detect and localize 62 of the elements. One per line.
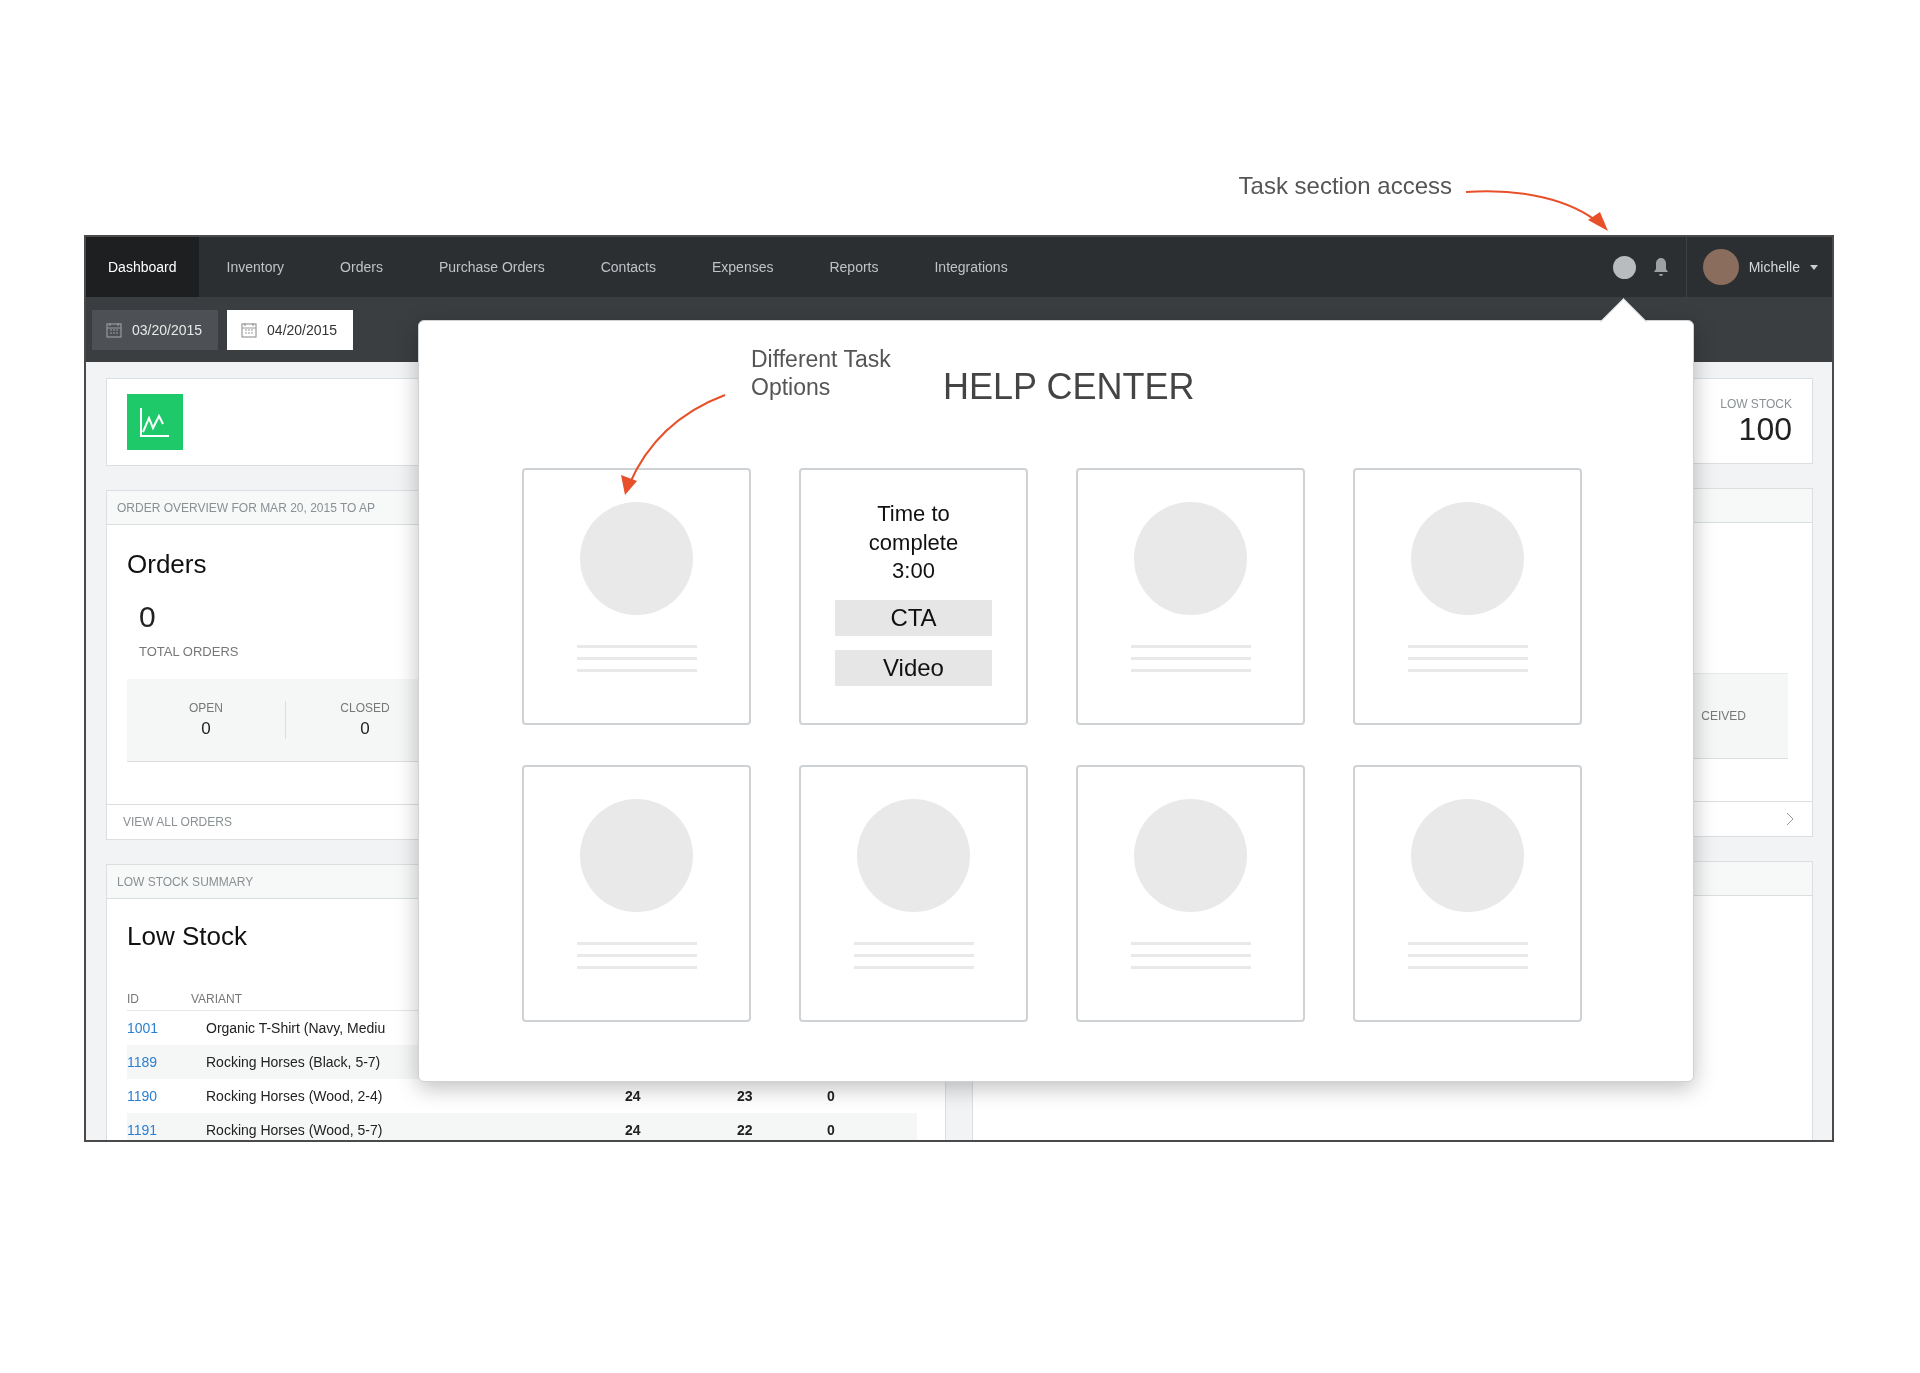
- column-header: VARIANT: [191, 992, 244, 1006]
- table-cell-text: Rocking Horses (Wood, 2-4): [206, 1088, 384, 1104]
- nav-tab[interactable]: Purchase Orders: [410, 237, 573, 297]
- table-cell-text: 24: [625, 1122, 642, 1138]
- panel-header: ORDER OVERVIEW FOR MAR 20, 2015 TO AP: [117, 500, 376, 515]
- task-card[interactable]: [522, 765, 751, 1022]
- panel-title: Low Stock: [127, 921, 247, 952]
- calendar-icon: [106, 321, 122, 338]
- panel-title: Orders: [127, 549, 207, 580]
- annotation-text: Different Task Options: [751, 346, 892, 402]
- task-card[interactable]: [1353, 468, 1582, 725]
- table-cell-text: Organic T-Shirt (Navy, Mediu: [206, 1020, 387, 1036]
- nav-tab[interactable]: Contacts: [572, 237, 684, 297]
- task-text: Time to complete 3:00: [867, 500, 960, 586]
- bell-icon[interactable]: [1651, 257, 1670, 277]
- table-cell-text: 22: [737, 1122, 754, 1138]
- stat-value: 0: [201, 719, 211, 739]
- task-card[interactable]: [1353, 765, 1582, 1022]
- nav-tab[interactable]: Inventory: [198, 237, 313, 297]
- task-option-button[interactable]: Video: [835, 649, 992, 686]
- task-card[interactable]: [522, 468, 751, 725]
- table-cell-text: Rocking Horses (Black, 5-7): [206, 1054, 382, 1070]
- stat-value: 0: [360, 719, 370, 739]
- avatar-icon: [1702, 249, 1739, 285]
- id-link[interactable]: 1001: [127, 1020, 206, 1036]
- annotation-text: Task section access: [1238, 172, 1452, 200]
- calendar-icon: [241, 321, 258, 338]
- stat-label: OPEN: [189, 701, 223, 715]
- column-header: ID: [127, 992, 140, 1006]
- id-link[interactable]: 1191: [127, 1122, 206, 1138]
- date-button[interactable]: 03/20/2015: [92, 309, 219, 350]
- nav-tab[interactable]: Expenses: [683, 237, 802, 297]
- table-cell-text: 23: [737, 1088, 754, 1104]
- table-cell-text: 0: [827, 1088, 836, 1104]
- stat-label: CLOSED: [340, 701, 390, 715]
- table-cell-text: 24: [625, 1088, 642, 1104]
- task-circle-icon[interactable]: [1612, 255, 1636, 279]
- id-link[interactable]: 1190: [127, 1088, 206, 1104]
- stat-label: CEIVED: [1701, 709, 1746, 723]
- nav-tab[interactable]: Dashboard: [86, 237, 199, 297]
- total-label: TOTAL ORDERS: [139, 644, 239, 659]
- caret-icon: [1810, 264, 1818, 270]
- task-card[interactable]: [1076, 468, 1305, 725]
- nav-tab[interactable]: Reports: [801, 237, 907, 297]
- chart-logo-icon: [127, 394, 183, 450]
- panel-header: LOW STOCK SUMMARY: [117, 874, 254, 889]
- stat-value: 100: [1738, 411, 1792, 448]
- task-option-button[interactable]: CTA: [835, 599, 992, 636]
- date-button[interactable]: 04/20/2015: [227, 309, 354, 350]
- user-menu[interactable]: Michelle: [1702, 249, 1818, 285]
- stat-label: LOW STOCK: [1720, 397, 1792, 411]
- task-card[interactable]: Time to complete 3:00 CTA Video: [799, 468, 1028, 725]
- nav-tab[interactable]: Orders: [312, 237, 411, 297]
- table-cell-text: Rocking Horses (Wood, 5-7): [206, 1122, 384, 1138]
- chevron-right-icon[interactable]: [1786, 812, 1794, 826]
- task-card[interactable]: [1076, 765, 1305, 1022]
- help-center-title: HELP CENTER: [943, 366, 1195, 409]
- nav-tab[interactable]: Integrations: [906, 237, 1036, 297]
- task-card[interactable]: [799, 765, 1028, 1022]
- id-link[interactable]: 1189: [127, 1054, 206, 1070]
- total-value: 0: [139, 600, 156, 634]
- table-cell-text: 0: [827, 1122, 836, 1138]
